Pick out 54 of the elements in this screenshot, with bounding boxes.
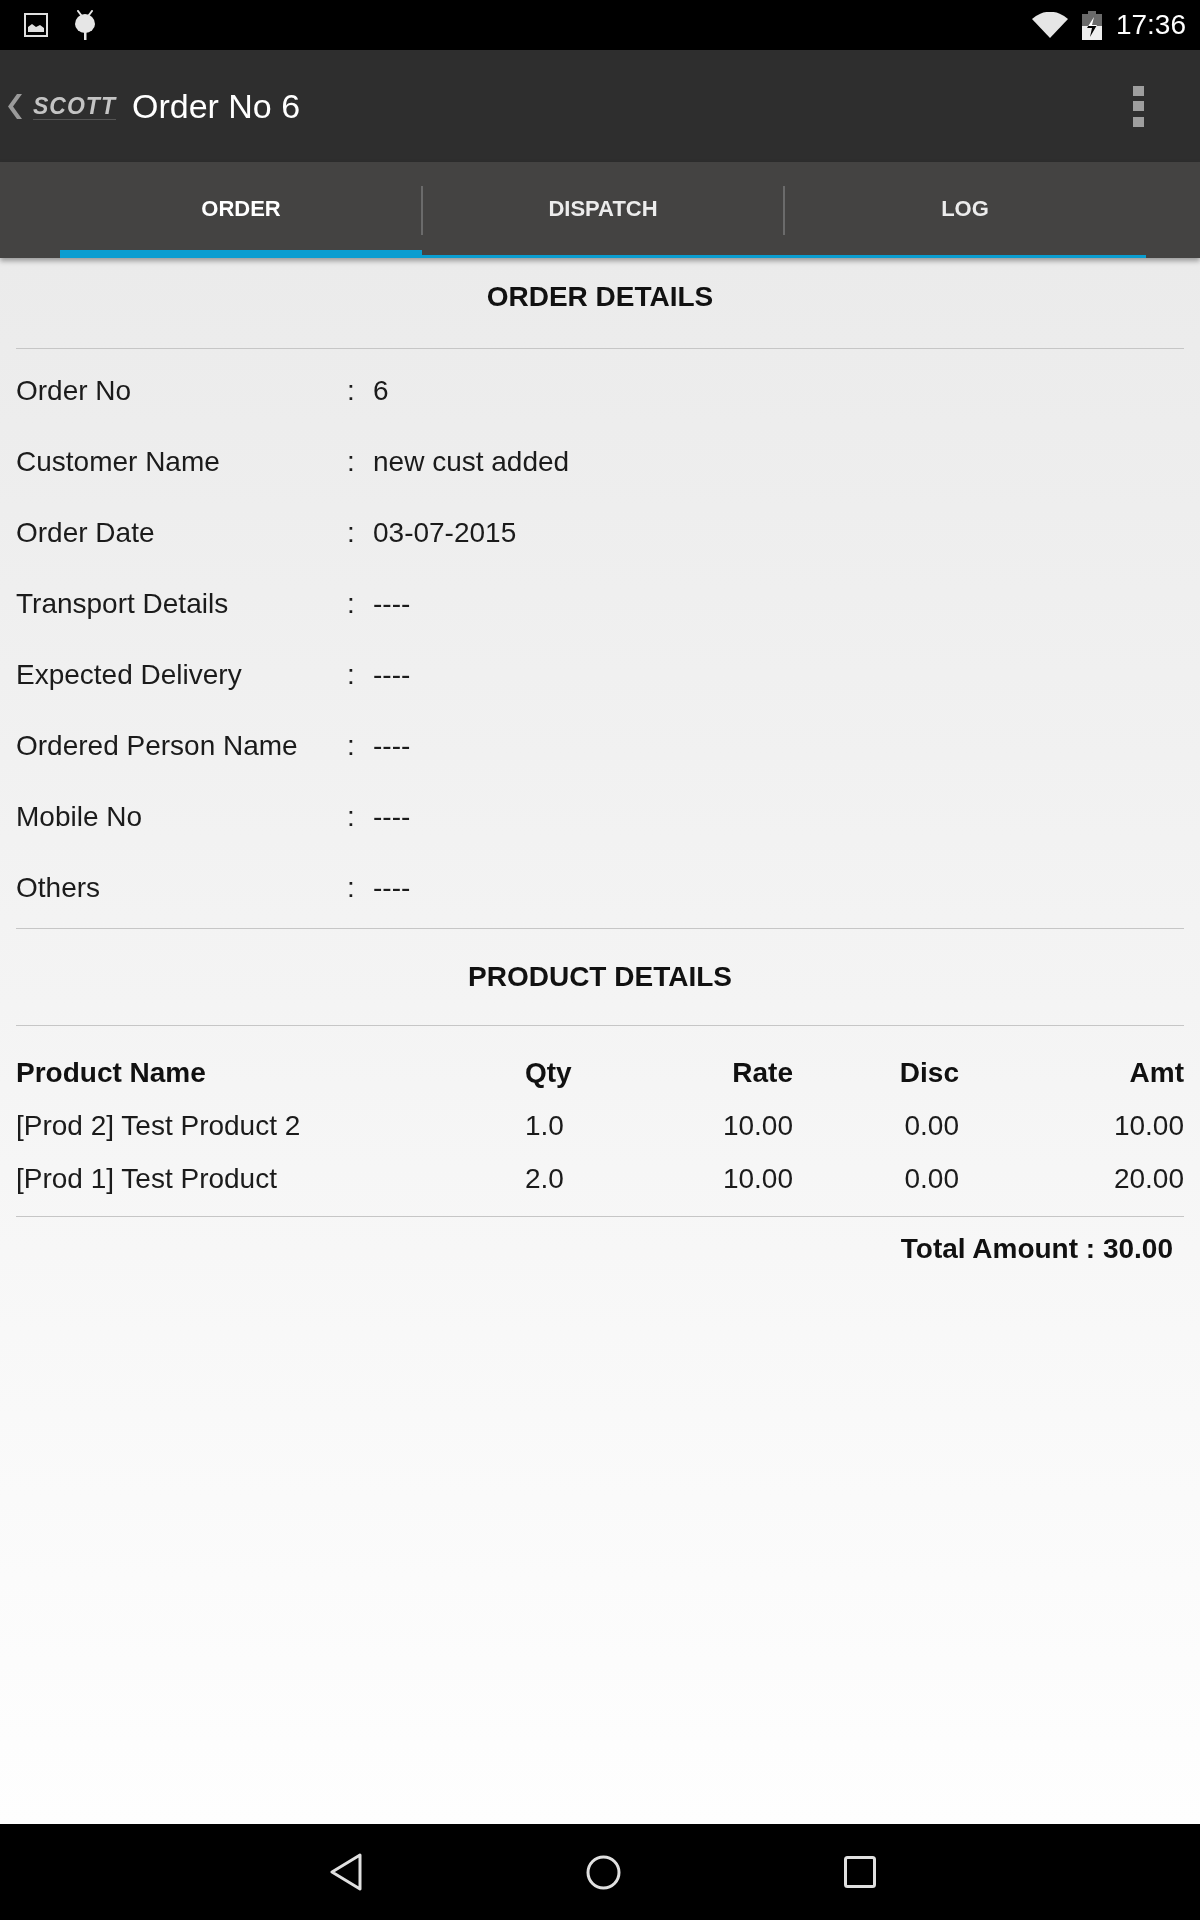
table-cell: [Prod 2] Test Product 2: [16, 1108, 301, 1143]
table-header-cell: Rate: [732, 1055, 793, 1090]
field-separator: :: [347, 515, 355, 550]
section-heading: PRODUCT DETAILS: [468, 960, 732, 994]
chevron-left-icon: [8, 93, 22, 119]
field-separator: :: [347, 444, 355, 479]
field-value: ----: [373, 870, 411, 905]
field-separator: :: [347, 728, 355, 763]
table-cell: 10.00: [722, 1161, 793, 1196]
table-cell: 2.0: [525, 1161, 564, 1196]
field-value: ----: [373, 657, 411, 692]
table-header-cell: Amt: [1129, 1055, 1184, 1090]
field-separator: :: [347, 657, 355, 692]
field-separator: :: [347, 870, 355, 905]
image-icon: [24, 13, 48, 37]
battery-charging-icon: [1081, 10, 1102, 40]
field-value: ----: [373, 799, 411, 834]
field-label: Transport Details: [16, 586, 229, 621]
field-value: ----: [373, 728, 411, 763]
table-cell: 10.00: [1113, 1108, 1184, 1143]
table-header-cell: Qty: [525, 1055, 572, 1090]
table-cell: [Prod 1] Test Product: [16, 1161, 277, 1196]
back-icon[interactable]: [329, 1853, 363, 1891]
table-cell: 0.00: [904, 1108, 959, 1143]
app-bar-title: Order No 6: [131, 86, 301, 126]
table-header-cell: Product Name: [16, 1055, 206, 1090]
table-cell: 10.00: [722, 1108, 793, 1143]
field-separator: :: [347, 373, 355, 408]
field-label: Order No: [16, 373, 132, 408]
android-robot-icon: [74, 10, 96, 40]
total-amount: Total Amount : 30.00: [900, 1232, 1173, 1266]
field-label: Customer Name: [16, 444, 220, 479]
section-heading: ORDER DETAILS: [486, 280, 714, 314]
field-label: Mobile No: [16, 799, 143, 834]
field-value: 03-07-2015: [373, 515, 517, 550]
table-cell: 1.0: [525, 1108, 564, 1143]
field-value: ----: [373, 586, 411, 621]
status-time: 17:36: [1115, 9, 1186, 41]
overflow-menu-icon[interactable]: [1133, 85, 1144, 127]
table-cell: 20.00: [1113, 1161, 1184, 1196]
recents-icon[interactable]: [844, 1856, 876, 1888]
field-label: Others: [16, 870, 101, 905]
table-cell: 0.00: [904, 1161, 959, 1196]
field-value: new cust added: [373, 444, 570, 479]
field-label: Expected Delivery: [16, 657, 242, 692]
field-label: Ordered Person Name: [16, 728, 298, 763]
home-icon[interactable]: [586, 1854, 621, 1890]
field-value: 6: [373, 373, 389, 408]
table-header-cell: Disc: [899, 1055, 959, 1090]
field-label: Order Date: [16, 515, 155, 550]
wifi-icon: [1031, 12, 1068, 38]
field-separator: :: [347, 799, 355, 834]
field-separator: :: [347, 586, 355, 621]
up-button[interactable]: SCOTT: [8, 76, 116, 136]
